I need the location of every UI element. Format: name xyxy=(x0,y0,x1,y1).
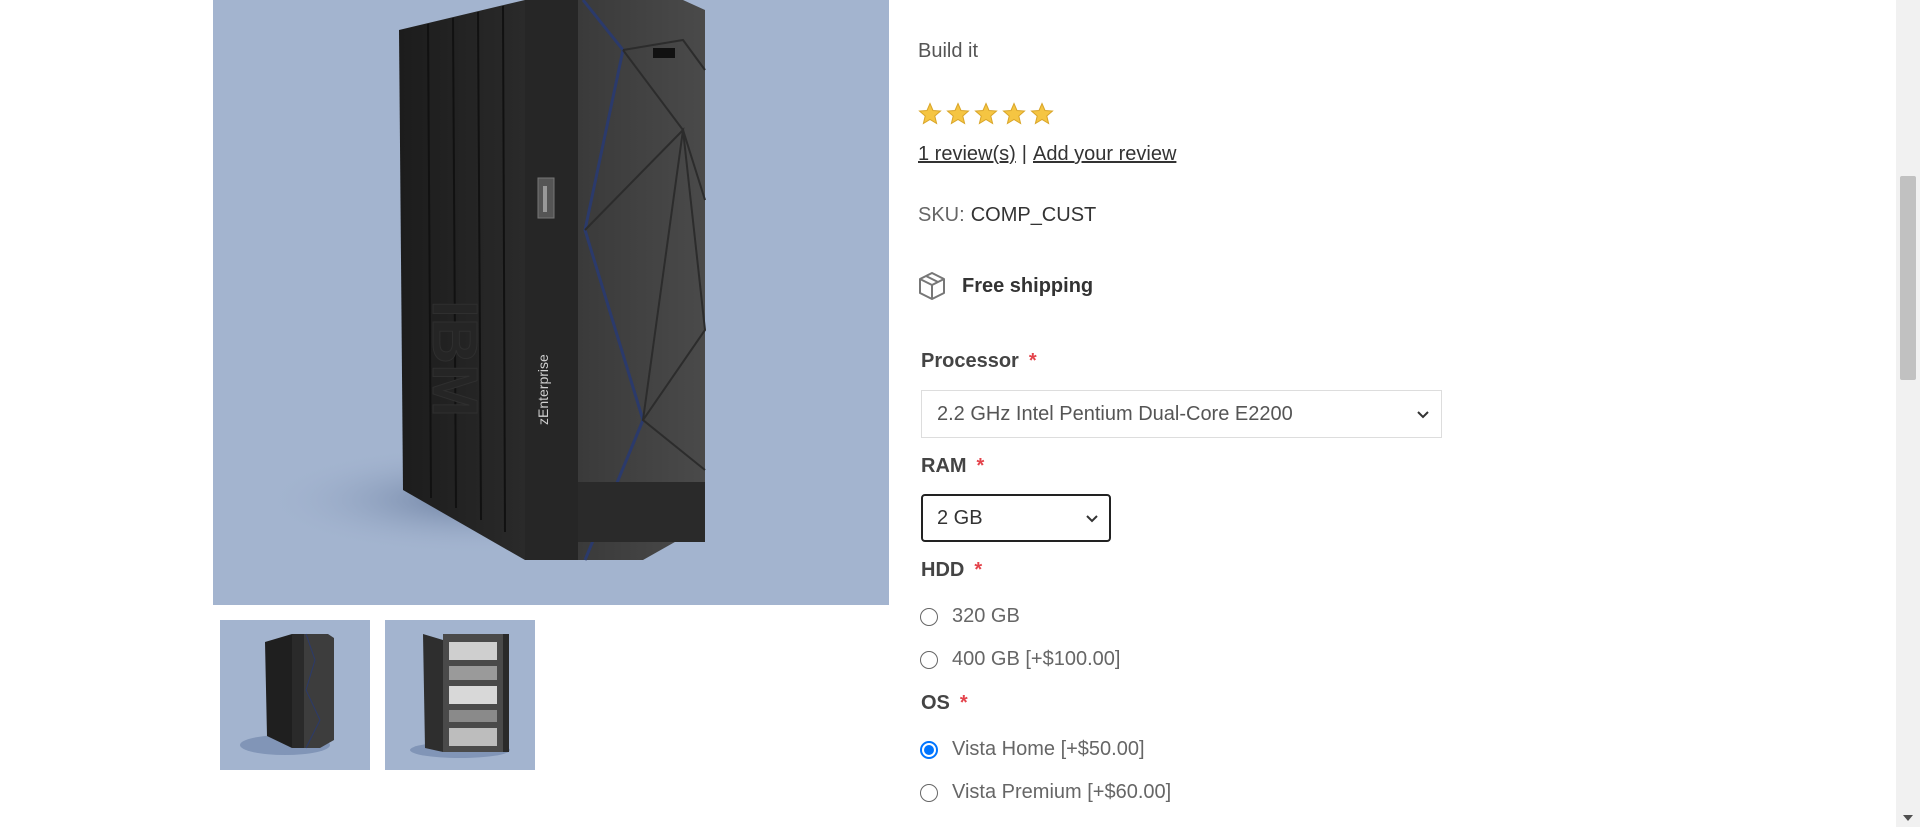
chevron-down-icon xyxy=(1086,515,1098,523)
os-radio-vista-home[interactable] xyxy=(920,740,938,759)
hdd-option-320gb[interactable]: 320 GB xyxy=(920,605,1020,628)
sku-value: COMP_CUST xyxy=(970,204,1097,226)
reviews-line: 1 review(s) | Add your review xyxy=(918,143,1176,166)
required-mark: * xyxy=(959,692,968,714)
scrollbar-thumb[interactable] xyxy=(1900,176,1916,380)
required-mark: * xyxy=(1028,350,1037,372)
server-closed-image xyxy=(240,633,334,755)
star-icon xyxy=(918,102,942,125)
star-icon xyxy=(1030,102,1054,125)
processor-label-text: Processor xyxy=(921,350,1019,372)
required-mark: * xyxy=(976,455,985,477)
ram-label: RAM * xyxy=(921,455,984,478)
free-shipping: Free shipping xyxy=(916,270,1093,302)
hdd-option-label: 320 GB xyxy=(952,605,1020,627)
hdd-option-400gb[interactable]: 400 GB [+$100.00] xyxy=(920,648,1120,671)
box-icon xyxy=(919,272,945,300)
os-label: OS * xyxy=(921,692,968,715)
os-radio-vista-premium[interactable] xyxy=(920,783,938,802)
sku: SKU: COMP_CUST xyxy=(918,204,1096,227)
os-option-label: Vista Premium [+$60.00] xyxy=(952,781,1172,803)
sku-label: SKU: xyxy=(918,204,965,226)
product-main-image[interactable]: IBM zEnterprise xyxy=(213,0,889,605)
short-description: Build it xyxy=(918,40,979,62)
processor-label: Processor * xyxy=(921,350,1037,373)
page-scrollbar[interactable] xyxy=(1896,0,1920,827)
processor-select[interactable]: 2.2 GHz Intel Pentium Dual-Core E2200 xyxy=(921,390,1442,438)
os-option-label: Vista Home [+$50.00] xyxy=(952,738,1145,760)
reviews-link[interactable]: 1 review(s) xyxy=(918,143,1016,165)
ram-select[interactable]: 2 GB xyxy=(921,494,1111,542)
os-label-text: OS xyxy=(921,692,950,714)
thumbnail-server-open[interactable] xyxy=(385,620,535,770)
hdd-label-text: HDD xyxy=(921,559,965,581)
chevron-down-icon xyxy=(1417,411,1429,419)
free-shipping-label: Free shipping xyxy=(962,274,1094,297)
thumbnail-server-closed[interactable] xyxy=(220,620,370,770)
star-icon xyxy=(946,102,970,125)
ibm-side-logo: IBM xyxy=(419,300,491,417)
server-illustration: IBM zEnterprise xyxy=(263,0,707,561)
zenterprise-label: zEnterprise xyxy=(535,354,551,425)
os-option-vista-home[interactable]: Vista Home [+$50.00] xyxy=(920,738,1145,761)
required-mark: * xyxy=(974,559,983,581)
star-icon xyxy=(974,102,998,125)
hdd-radio-400gb[interactable] xyxy=(920,650,938,669)
hdd-radio-320gb[interactable] xyxy=(920,607,938,626)
add-review-link[interactable]: Add your review xyxy=(1033,143,1176,165)
hdd-option-label: 400 GB [+$100.00] xyxy=(952,648,1121,670)
ram-label-text: RAM xyxy=(921,455,967,477)
hdd-label: HDD * xyxy=(921,559,982,582)
rating-stars xyxy=(918,102,1054,126)
reviews-separator: | xyxy=(1021,143,1027,165)
star-icon xyxy=(1002,102,1026,125)
scroll-down-arrow-icon[interactable] xyxy=(1903,815,1913,821)
server-open-image xyxy=(410,634,510,758)
os-option-vista-premium[interactable]: Vista Premium [+$60.00] xyxy=(920,781,1171,804)
processor-select-value[interactable]: 2.2 GHz Intel Pentium Dual-Core E2200 xyxy=(921,390,1442,438)
